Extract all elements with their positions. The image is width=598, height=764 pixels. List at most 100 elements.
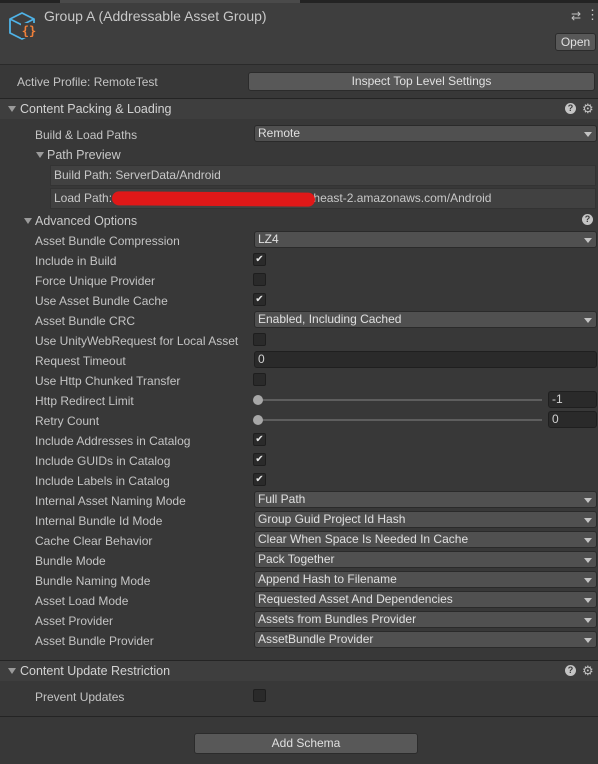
internal-bundle-id-label: Internal Bundle Id Mode [35, 514, 163, 528]
asset-bundle-compression-dropdown[interactable]: LZ4 [254, 231, 597, 248]
open-button[interactable]: Open [555, 33, 596, 51]
help-icon[interactable]: ? [565, 665, 576, 676]
chevron-down-icon [584, 598, 592, 603]
include-addresses-label: Include Addresses in Catalog [35, 434, 191, 448]
build-path-preview: Build Path: ServerData/Android [50, 165, 596, 186]
use-unitywebrequest-checkbox[interactable] [253, 333, 266, 346]
use-http-chunked-checkbox[interactable] [253, 373, 266, 386]
inspector-title: Group A (Addressable Asset Group) [44, 8, 267, 24]
section-header-content-update[interactable]: Content Update Restriction [0, 661, 598, 681]
bundle-mode-dropdown[interactable]: Pack Together [254, 551, 597, 568]
asset-bundle-provider-label: Asset Bundle Provider [35, 634, 154, 648]
dropdown-value: Group Guid Project Id Hash [258, 512, 406, 526]
inspect-top-level-settings-button[interactable]: Inspect Top Level Settings [248, 72, 595, 91]
chevron-down-icon [584, 498, 592, 503]
bundle-naming-mode-label: Bundle Naming Mode [35, 574, 151, 588]
use-asset-bundle-cache-label: Use Asset Bundle Cache [35, 294, 168, 308]
include-labels-label: Include Labels in Catalog [35, 474, 170, 488]
checkmark-icon: ✔ [255, 254, 264, 265]
section-title: Content Packing & Loading [20, 102, 172, 116]
http-redirect-limit-slider-handle[interactable] [253, 395, 263, 405]
dropdown-value: Clear When Space Is Needed In Cache [258, 532, 469, 546]
checkmark-icon: ✔ [255, 474, 264, 485]
retry-count-slider[interactable] [256, 419, 542, 421]
internal-asset-naming-label: Internal Asset Naming Mode [35, 494, 186, 508]
svg-text:{}: {} [22, 24, 36, 38]
dropdown-value: AssetBundle Provider [258, 632, 374, 646]
dropdown-value: Remote [258, 126, 301, 140]
dropdown-value: Assets from Bundles Provider [258, 612, 417, 626]
dropdown-value: Full Path [258, 492, 306, 506]
include-addresses-checkbox[interactable]: ✔ [253, 433, 266, 446]
section-title: Content Update Restriction [20, 664, 171, 678]
dropdown-value: Enabled, Including Cached [258, 312, 402, 326]
use-unitywebrequest-label: Use UnityWebRequest for Local Asset [35, 334, 239, 348]
chevron-down-icon [584, 518, 592, 523]
use-http-chunked-label: Use Http Chunked Transfer [35, 374, 181, 388]
add-schema-button[interactable]: Add Schema [194, 733, 418, 754]
cache-clear-behavior-label: Cache Clear Behavior [35, 534, 153, 548]
triangle-down-icon[interactable] [36, 152, 44, 158]
checkmark-icon: ✔ [255, 294, 264, 305]
bundle-naming-mode-dropdown[interactable]: Append Hash to Filename [254, 571, 597, 588]
cache-clear-behavior-dropdown[interactable]: Clear When Space Is Needed In Cache [254, 531, 597, 548]
dropdown-value: Requested Asset And Dependencies [258, 592, 453, 606]
triangle-down-icon[interactable] [8, 668, 16, 674]
asset-bundle-crc-dropdown[interactable]: Enabled, Including Cached [254, 311, 597, 328]
request-timeout-label: Request Timeout [35, 354, 126, 368]
active-profile-label: Active Profile: RemoteTest [17, 75, 158, 89]
retry-count-slider-handle[interactable] [253, 415, 263, 425]
request-timeout-field[interactable]: 0 [254, 351, 597, 368]
asset-provider-label: Asset Provider [35, 614, 114, 628]
asset-load-mode-dropdown[interactable]: Requested Asset And Dependencies [254, 591, 597, 608]
force-unique-provider-checkbox[interactable] [253, 273, 266, 286]
chevron-down-icon [584, 132, 592, 137]
dropdown-value: Append Hash to Filename [258, 572, 397, 586]
http-redirect-limit-slider[interactable] [256, 399, 542, 401]
prevent-updates-checkbox[interactable] [253, 689, 266, 702]
dropdown-value: Pack Together [258, 552, 335, 566]
include-labels-checkbox[interactable]: ✔ [253, 473, 266, 486]
asset-provider-dropdown[interactable]: Assets from Bundles Provider [254, 611, 597, 628]
asset-load-mode-label: Asset Load Mode [35, 594, 129, 608]
kebab-menu-icon[interactable]: ⋮ [586, 7, 598, 23]
asset-bundle-provider-dropdown[interactable]: AssetBundle Provider [254, 631, 597, 648]
bundle-mode-label: Bundle Mode [35, 554, 106, 568]
internal-asset-naming-dropdown[interactable]: Full Path [254, 491, 597, 508]
load-path-suffix: heast-2.amazonaws.com/Android [313, 191, 492, 205]
checkmark-icon: ✔ [255, 454, 264, 465]
triangle-down-icon[interactable] [24, 218, 32, 224]
help-icon[interactable]: ? [582, 214, 593, 225]
retry-count-field[interactable]: 0 [548, 411, 597, 428]
include-in-build-checkbox[interactable]: ✔ [253, 253, 266, 266]
retry-count-label: Retry Count [35, 414, 100, 428]
include-guids-checkbox[interactable]: ✔ [253, 453, 266, 466]
gear-icon[interactable]: ⚙ [582, 664, 594, 677]
filter-icon[interactable]: ⇄ [571, 9, 581, 23]
http-redirect-limit-field[interactable]: -1 [548, 391, 597, 408]
help-icon[interactable]: ? [565, 103, 576, 114]
addressable-group-icon: {} [9, 12, 37, 40]
section-header-content-packing[interactable]: Content Packing & Loading [0, 99, 598, 119]
divider [0, 716, 598, 717]
dropdown-value: LZ4 [258, 232, 279, 246]
include-guids-label: Include GUIDs in Catalog [35, 454, 171, 468]
internal-bundle-id-dropdown[interactable]: Group Guid Project Id Hash [254, 511, 597, 528]
asset-bundle-compression-label: Asset Bundle Compression [35, 234, 180, 248]
prevent-updates-label: Prevent Updates [35, 690, 125, 704]
use-asset-bundle-cache-checkbox[interactable]: ✔ [253, 293, 266, 306]
build-load-paths-dropdown[interactable]: Remote [254, 125, 597, 142]
force-unique-provider-label: Force Unique Provider [35, 274, 156, 288]
checkmark-icon: ✔ [255, 434, 264, 445]
chevron-down-icon [584, 638, 592, 643]
chevron-down-icon [584, 238, 592, 243]
advanced-options-foldout[interactable]: Advanced Options [35, 214, 137, 228]
chevron-down-icon [584, 538, 592, 543]
gear-icon[interactable]: ⚙ [582, 102, 594, 115]
redaction-mark [111, 191, 316, 207]
build-load-paths-label: Build & Load Paths [35, 128, 138, 142]
triangle-down-icon[interactable] [8, 106, 16, 112]
http-redirect-limit-label: Http Redirect Limit [35, 394, 134, 408]
path-preview-foldout[interactable]: Path Preview [47, 148, 121, 162]
chevron-down-icon [584, 618, 592, 623]
